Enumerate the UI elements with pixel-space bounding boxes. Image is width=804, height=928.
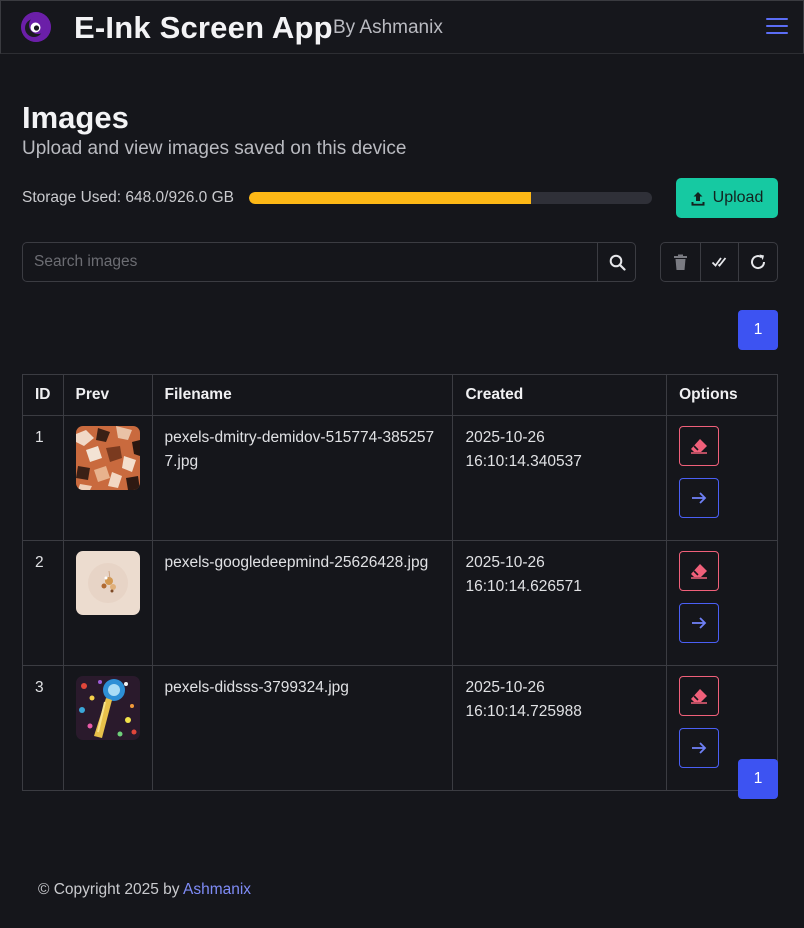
storage-label: Storage Used: 648.0/926.0 GB — [22, 189, 234, 206]
column-header-created: Created — [452, 374, 668, 416]
arrow-right-icon — [692, 742, 707, 754]
footer-author-link[interactable]: Ashmanix — [183, 881, 251, 898]
column-header-id: ID — [22, 374, 64, 416]
send-to-screen-button[interactable] — [679, 603, 720, 643]
row-created: 2025-10-26 16:10:14.725988 — [452, 665, 668, 791]
row-filename: pexels-dmitry-demidov-515774-3852577.jpg — [151, 415, 454, 541]
row-preview-cell — [62, 415, 153, 541]
eraser-icon — [691, 564, 708, 579]
app-title[interactable]: E-Ink Screen App — [74, 10, 333, 46]
app-subtitle: By Ashmanix — [333, 17, 443, 38]
image-thumbnail[interactable] — [75, 551, 140, 615]
arrow-right-icon — [692, 617, 707, 629]
row-created: 2025-10-26 16:10:14.340537 — [452, 415, 668, 541]
image-thumbnail[interactable] — [75, 426, 140, 490]
arrow-right-icon — [692, 492, 707, 504]
hamburger-menu-icon[interactable] — [766, 18, 788, 36]
row-filename: pexels-googledeepmind-25626428.jpg — [151, 540, 454, 666]
search-bar — [22, 242, 636, 282]
storage-progress-bar — [249, 192, 652, 204]
images-table: ID Prev Filename Created Options 1 pexel… — [22, 374, 778, 791]
column-header-options: Options — [666, 374, 778, 416]
search-input[interactable] — [23, 243, 598, 281]
row-options — [666, 415, 778, 541]
eraser-icon — [691, 439, 708, 454]
pagination-page-1-bottom[interactable]: 1 — [738, 759, 778, 799]
upload-icon — [691, 191, 705, 206]
row-id: 2 — [22, 540, 64, 666]
moon-eye-logo-icon[interactable] — [21, 12, 51, 42]
double-check-icon — [712, 257, 727, 267]
eraser-icon — [691, 689, 708, 704]
row-options — [666, 540, 778, 666]
bulk-actions-group — [660, 242, 778, 282]
row-preview-cell — [62, 665, 153, 791]
page-title: Images — [22, 100, 129, 135]
upload-label: Upload — [712, 189, 764, 206]
footer: © Copyright 2025 by Ashmanix — [38, 881, 251, 899]
search-button[interactable] — [597, 243, 636, 281]
delete-image-button[interactable] — [679, 676, 720, 716]
column-header-filename: Filename — [151, 374, 454, 416]
trash-icon — [673, 254, 687, 270]
upload-button[interactable]: Upload — [676, 178, 778, 218]
send-to-screen-button[interactable] — [679, 478, 720, 518]
pagination-page-1-top[interactable]: 1 — [738, 310, 778, 350]
row-id: 1 — [22, 415, 64, 541]
page-subtitle: Upload and view images saved on this dev… — [22, 138, 407, 159]
delete-selected-button[interactable] — [661, 243, 700, 281]
storage-progress-fill — [249, 192, 531, 204]
row-preview-cell — [62, 540, 153, 666]
table-row: 1 pexels-dmitry-demidov-515774-3852577.j… — [22, 415, 778, 541]
row-created: 2025-10-26 16:10:14.626571 — [452, 540, 668, 666]
refresh-icon — [751, 254, 766, 270]
search-icon — [609, 254, 626, 271]
table-row: 3 pexels-didsss-3799324.jpg 2025-10-26 1… — [22, 665, 778, 791]
select-all-button[interactable] — [699, 243, 739, 281]
image-thumbnail[interactable] — [75, 676, 140, 740]
table-header-row: ID Prev Filename Created Options — [22, 374, 778, 416]
delete-image-button[interactable] — [679, 551, 720, 591]
footer-copyright: © Copyright 2025 by — [38, 881, 180, 898]
row-filename: pexels-didsss-3799324.jpg — [151, 665, 454, 791]
refresh-button[interactable] — [738, 243, 777, 281]
navbar: E-Ink Screen App By Ashmanix — [0, 0, 804, 54]
row-id: 3 — [22, 665, 64, 791]
column-header-prev: Prev — [62, 374, 153, 416]
send-to-screen-button[interactable] — [679, 728, 720, 768]
table-row: 2 pexels-googledeepmind-25626428.jpg 202… — [22, 540, 778, 666]
delete-image-button[interactable] — [679, 426, 720, 466]
